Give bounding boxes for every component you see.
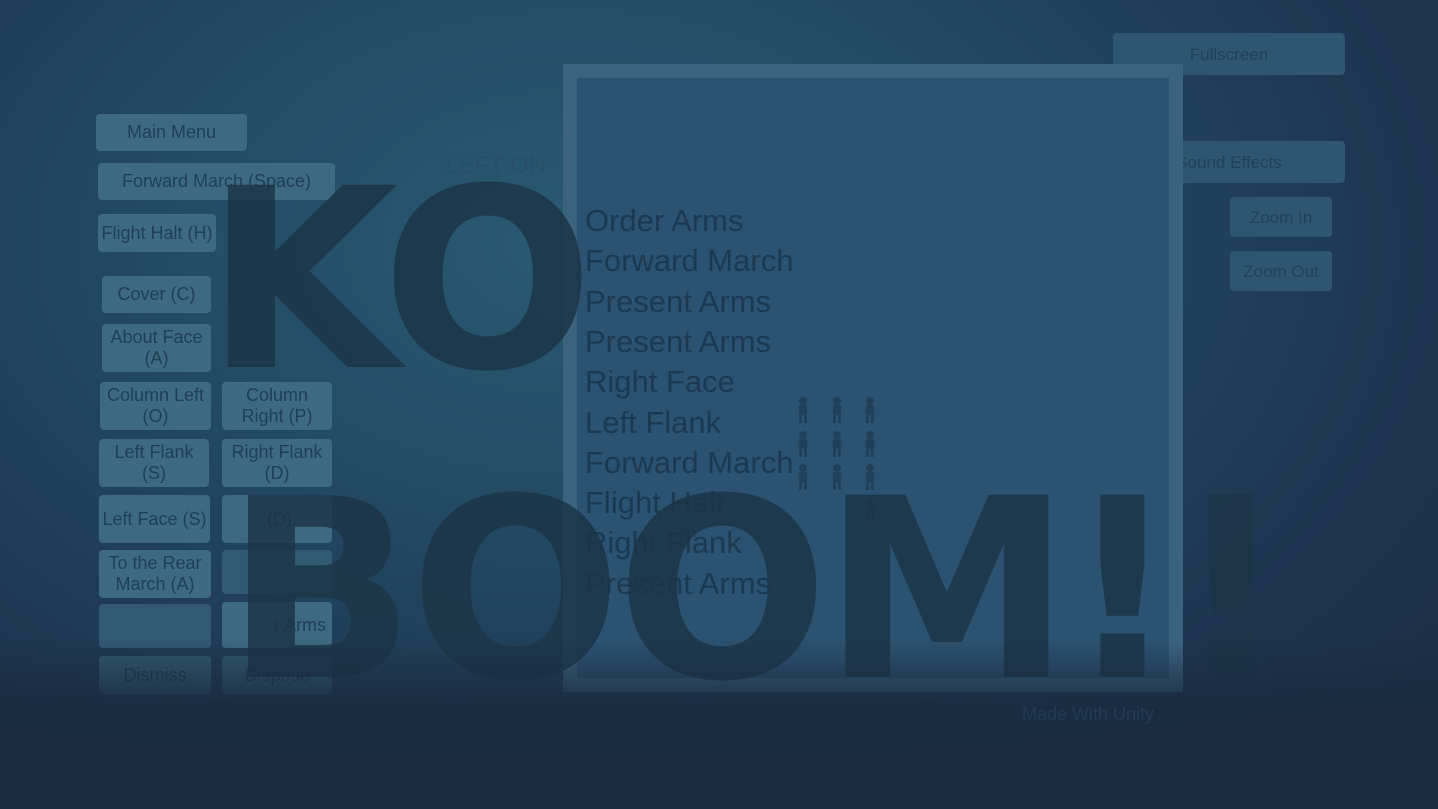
unity-credit: Made With Unity: [1022, 704, 1155, 724]
command-log-entry: Present Arms: [585, 565, 772, 601]
order-arms-button[interactable]: r Arms: [222, 602, 332, 648]
soldier-icon: [831, 464, 843, 490]
dismiss-button[interactable]: Dismiss: [99, 656, 211, 694]
soldier-icon: [864, 464, 876, 490]
blank-command-button[interactable]: [222, 550, 332, 594]
about-face-button[interactable]: About Face (A): [102, 324, 211, 372]
command-log-entry: Present Arms: [585, 283, 772, 319]
soldier-icon: [864, 498, 876, 524]
command-log-entry: Present Arms: [585, 323, 772, 359]
dispose-button[interactable]: Dispose: [222, 656, 332, 694]
soldier-icon: [864, 397, 876, 423]
soldier-icon: [797, 464, 809, 490]
zoom-out-button[interactable]: Zoom Out: [1230, 251, 1332, 291]
soldier-icon: [864, 431, 876, 457]
command-log-entry: Left Flank: [585, 404, 722, 440]
left-flank-button[interactable]: Left Flank (S): [99, 439, 209, 487]
command-log-entry: Order Arms: [585, 203, 744, 238]
forward-march-button[interactable]: Forward March (Space): [98, 163, 335, 200]
soldier-icon: [797, 431, 809, 457]
command-log-entry: Flight Halt: [585, 485, 725, 521]
column-left-button[interactable]: Column Left (O): [100, 382, 211, 430]
game-caption: LEFT ON: [445, 152, 546, 179]
soldier-icon: [831, 431, 843, 457]
column-right-button[interactable]: Column Right (P): [222, 382, 332, 430]
right-face-button[interactable]: (D): [222, 495, 332, 543]
soldier-icon: [797, 397, 809, 423]
flight-halt-button[interactable]: Flight Halt (H): [98, 214, 216, 252]
command-log-entry: Right Face: [585, 364, 735, 400]
left-face-button[interactable]: Left Face (S): [99, 495, 210, 543]
blank-command-button-2[interactable]: [99, 604, 211, 648]
main-menu-button[interactable]: Main Menu: [96, 114, 247, 151]
right-flank-button[interactable]: Right Flank (D): [222, 439, 332, 487]
command-log-entry: Right Flank: [585, 525, 742, 561]
zoom-in-button[interactable]: Zoom In: [1230, 197, 1332, 237]
cover-button[interactable]: Cover (C): [102, 276, 211, 313]
command-log-entry: Forward March: [585, 243, 794, 279]
command-log-entry: Forward March: [585, 444, 794, 480]
soldier-icon: [831, 397, 843, 423]
to-the-rear-button[interactable]: To the Rear March (A): [99, 550, 211, 598]
